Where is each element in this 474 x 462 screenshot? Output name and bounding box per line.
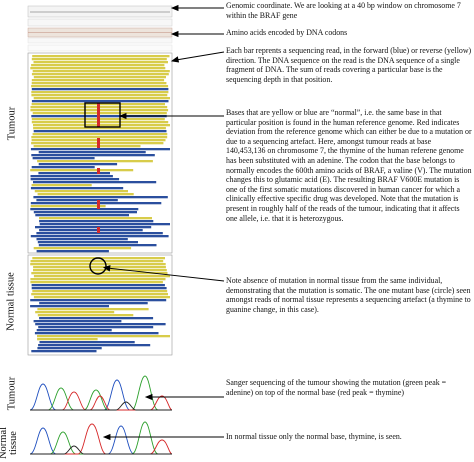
tumour-read: [31, 154, 155, 157]
tumour-read: [33, 247, 132, 250]
tumour-read: [39, 229, 143, 232]
tumour-read: [38, 151, 146, 154]
tumour-read: [30, 187, 124, 190]
normal-read: [35, 323, 166, 326]
tumour-read: [31, 94, 168, 97]
tumour-read: [30, 208, 139, 211]
normal-read: [31, 287, 167, 290]
tumour-read: [31, 85, 169, 88]
tumour-read: [39, 220, 154, 223]
tumour-read: [36, 238, 128, 241]
normal-read: [31, 284, 165, 287]
tumour-read: [31, 166, 95, 169]
sanger-tumour-trace: [28, 372, 173, 412]
normal-read: [39, 302, 148, 305]
normal-read: [30, 260, 164, 263]
annotation-normal-tissue: Note absence of mutation in normal tissu…: [226, 276, 471, 314]
normal-read: [30, 263, 166, 266]
normal-read: [31, 293, 169, 296]
normal-read: [35, 311, 115, 314]
tumour-read: [32, 55, 170, 58]
normal-read: [37, 338, 98, 341]
tumour-read: [31, 88, 169, 91]
normal-read: [36, 329, 112, 332]
tumour-read: [34, 190, 128, 193]
tumour-read: [30, 169, 134, 172]
normal-read: [37, 335, 170, 338]
tumour-read: [30, 148, 171, 151]
normal-read: [30, 278, 166, 281]
tumour-read: [33, 181, 157, 184]
tumour-side-label: Tumour: [6, 106, 18, 141]
normal-read: [37, 314, 134, 317]
tumour-reads-panel: [27, 52, 173, 254]
annotation-amino-acids: Amino acids encoded by DNA codons: [226, 28, 348, 37]
normal-read: [39, 317, 154, 320]
tumour-read: [32, 157, 95, 160]
normal-read: [37, 347, 102, 350]
tumour-read: [31, 58, 167, 61]
tumour-read: [33, 97, 171, 100]
tumour-read: [33, 145, 141, 148]
tumour-read: [33, 61, 168, 64]
normal-read: [34, 332, 159, 335]
tumour-read: [31, 184, 92, 187]
normal-read: [39, 341, 135, 344]
normal-read: [32, 290, 168, 293]
normal-read: [33, 266, 166, 269]
tumour-read: [33, 124, 170, 127]
sanger-normal-side-label: Normal tissue: [0, 426, 19, 460]
normal-read: [38, 344, 151, 347]
annotation-sanger-tumour: Sanger sequencing of the tumour showing …: [226, 378, 447, 397]
normal-read: [30, 305, 110, 308]
annotation-sequencing-reads: Each bar reprents a sequencing read, in …: [226, 46, 472, 84]
normal-read: [31, 350, 97, 353]
tumour-read: [31, 136, 168, 139]
tumour-read: [30, 175, 113, 178]
tumour-read: [30, 202, 162, 205]
normal-tissue-side-label: Normal tissue: [5, 272, 17, 331]
browser-header: [27, 5, 173, 52]
normal-reads-panel: [27, 254, 173, 356]
normal-read: [33, 269, 167, 272]
tumour-read: [31, 82, 167, 85]
tumour-read: [36, 199, 118, 202]
tumour-read: [31, 100, 169, 103]
normal-read: [33, 296, 171, 299]
tumour-read: [32, 133, 168, 136]
normal-read: [30, 281, 163, 284]
tumour-read: [38, 163, 118, 166]
annotation-mutation: Bases that are yellow or blue are “norma…: [226, 108, 472, 223]
tumour-read: [31, 79, 165, 82]
tumour-read: [36, 250, 109, 253]
tumour-read: [39, 217, 152, 220]
normal-read: [38, 326, 154, 329]
normal-read: [30, 299, 167, 302]
tumour-read: [33, 76, 166, 79]
tumour-read: [33, 130, 167, 133]
tumour-read: [37, 160, 153, 163]
tumour-read: [33, 196, 168, 199]
tumour-read: [32, 70, 170, 73]
tumour-read: [37, 193, 134, 196]
normal-read: [37, 308, 149, 311]
tumour-read: [30, 178, 120, 181]
tumour-read: [37, 241, 138, 244]
tumour-read: [31, 91, 169, 94]
tumour-read: [30, 205, 106, 208]
tumour-read: [30, 235, 169, 238]
tumour-read: [33, 211, 137, 214]
tumour-read: [31, 64, 165, 67]
tumour-read: [39, 223, 171, 226]
tumour-read: [38, 244, 157, 247]
tumour-read: [31, 73, 169, 76]
normal-read: [33, 320, 122, 323]
tumour-read: [35, 214, 129, 217]
sanger-tumour-side-label: Tumour: [6, 376, 18, 411]
tumour-read: [35, 226, 152, 229]
annotation-genomic-coordinate: Genomic coordinate. We are looking at a …: [226, 1, 461, 20]
tumour-read: [30, 67, 166, 70]
normal-read: [33, 275, 171, 278]
annotation-sanger-normal: In normal tissue only the normal base, t…: [226, 432, 402, 441]
